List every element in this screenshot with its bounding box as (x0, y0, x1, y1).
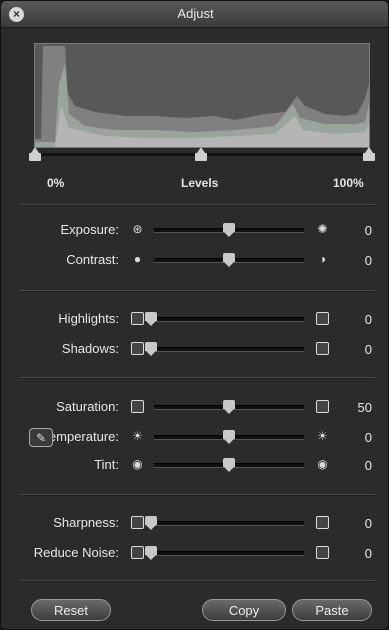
saturation-low-icon (131, 400, 144, 413)
eyedropper-icon: ✎ (35, 431, 47, 445)
exposure-thumb[interactable] (223, 223, 235, 237)
contrast-label: Contrast: (66, 252, 119, 267)
shadows-thumb[interactable] (145, 342, 157, 356)
histogram (34, 43, 370, 148)
tint-low-icon: ◉ (132, 457, 143, 471)
tint-value: 0 (364, 458, 372, 473)
tint-high-icon: ◉ (317, 457, 328, 471)
tint-label: Tint: (94, 457, 119, 472)
title-bar: × Adjust (1, 1, 388, 28)
levels-white-thumb[interactable] (363, 147, 375, 161)
shadows-value: 0 (364, 342, 372, 357)
shadows-label: Shadows: (61, 341, 119, 356)
separator (19, 580, 375, 582)
contrast-thumb[interactable] (223, 253, 235, 267)
histogram-graph (35, 46, 369, 147)
separator (19, 290, 375, 292)
sharpness-high-icon (316, 516, 329, 529)
aperture-icon: ⊛ (132, 222, 143, 236)
separator (19, 377, 375, 379)
reduce-noise-thumb[interactable] (145, 546, 157, 560)
half-circle-icon: ◑ (318, 252, 327, 266)
levels-black-thumb[interactable] (29, 147, 41, 161)
sharpness-low-icon (131, 516, 144, 529)
aperture-bright-icon: ✺ (317, 222, 328, 236)
sharpness-value: 0 (364, 516, 372, 531)
exposure-label: Exposure: (60, 222, 119, 237)
shadows-high-icon (316, 342, 329, 355)
temperature-value: 0 (364, 430, 372, 445)
levels-min-label: 0% (47, 176, 65, 190)
separator (19, 204, 375, 206)
shadows-low-icon (131, 342, 144, 355)
highlights-label: Highlights: (58, 311, 119, 326)
levels-mid-thumb[interactable] (195, 147, 207, 161)
highlights-low-icon (131, 312, 144, 325)
sharpness-label: Sharpness: (53, 515, 119, 530)
sun-warm-icon: ☀ (317, 429, 328, 443)
highlights-thumb[interactable] (145, 312, 157, 326)
temperature-label: Temperature: (42, 429, 119, 444)
highlights-value: 0 (364, 312, 372, 327)
levels-max-label: 100% (333, 176, 364, 190)
reset-button[interactable]: Reset (31, 599, 111, 621)
saturation-thumb[interactable] (223, 400, 235, 414)
paste-button[interactable]: Paste (292, 599, 372, 621)
exposure-value: 0 (364, 223, 372, 238)
separator (19, 494, 375, 496)
dot-icon: ● (133, 252, 142, 266)
saturation-high-icon (316, 400, 329, 413)
noise-high-icon (316, 546, 329, 559)
sharpness-thumb[interactable] (145, 516, 157, 530)
sun-cool-icon: ☀ (132, 429, 143, 443)
levels-label: Levels (181, 176, 219, 190)
reduce-noise-label: Reduce Noise: (33, 545, 119, 560)
saturation-value: 50 (357, 400, 372, 415)
copy-button[interactable]: Copy (202, 599, 286, 621)
window-title: Adjust (177, 6, 214, 21)
highlights-slider[interactable] (151, 317, 304, 322)
highlights-high-icon (316, 312, 329, 325)
tint-thumb[interactable] (223, 458, 235, 472)
reduce-noise-value: 0 (364, 546, 372, 561)
eyedropper-button[interactable]: ✎ (29, 428, 53, 447)
adjust-panel: × Adjust 0% Levels 100% Exposure: ⊛ ✺ 0 … (0, 0, 389, 630)
saturation-label: Saturation: (56, 399, 119, 414)
shadows-slider[interactable] (151, 347, 304, 352)
sharpness-slider[interactable] (151, 521, 304, 526)
noise-low-icon (131, 546, 144, 559)
reduce-noise-slider[interactable] (151, 551, 304, 556)
contrast-value: 0 (364, 253, 372, 268)
temperature-thumb[interactable] (223, 430, 235, 444)
